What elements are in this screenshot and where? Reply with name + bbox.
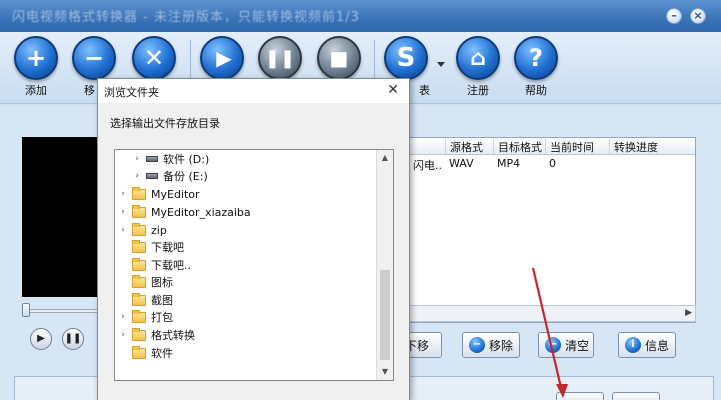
drive-icon	[146, 156, 158, 162]
tree-item-label: MyEditor	[151, 187, 200, 201]
folder-tree: › 软件 (D:) › 备份 (E:) › MyEditor › MyEdito…	[114, 149, 394, 381]
folder-icon	[132, 274, 146, 288]
dialog-body: 选择输出文件存放目录 › 软件 (D:) › 备份 (E:) › MyEdito…	[98, 103, 409, 400]
tree-item-label: 截图	[151, 294, 173, 307]
folder-icon	[132, 239, 146, 253]
folder-icon	[132, 204, 146, 218]
tree-item-label: 下载吧	[151, 241, 184, 254]
folder-icon	[132, 257, 146, 271]
scroll-down-icon[interactable]: ▼	[377, 364, 393, 380]
tree-item-label: 软件 (D:)	[163, 153, 210, 166]
dialog-close-icon[interactable]: ✕	[387, 82, 399, 98]
expand-icon[interactable]: ›	[117, 225, 129, 235]
dialog-title-bar: 浏览文件夹 ✕	[98, 79, 409, 103]
folder-icon	[132, 345, 146, 359]
folder-icon	[132, 327, 146, 341]
browse-folder-dialog: 浏览文件夹 ✕ 选择输出文件存放目录 › 软件 (D:) › 备份 (E:) ›…	[97, 78, 410, 400]
scrollbar-thumb[interactable]	[380, 270, 390, 360]
tree-scrollbar[interactable]: ▲ ▼	[376, 150, 393, 380]
tree-item[interactable]: 图标	[117, 273, 173, 291]
expand-icon[interactable]: ›	[117, 312, 129, 322]
tree-item[interactable]: › 格式转换	[117, 326, 195, 344]
tree-item-label: MyEditor_xiazaiba	[151, 205, 251, 219]
tree-item[interactable]: 软件	[117, 344, 173, 362]
tree-item-label: 打包	[151, 311, 173, 324]
drive-icon	[146, 173, 158, 179]
tree-item-label: 格式转换	[151, 329, 195, 342]
expand-icon[interactable]: ›	[117, 189, 129, 199]
tree-item[interactable]: › MyEditor	[117, 185, 200, 203]
tree-item-label: 软件	[151, 347, 173, 360]
scroll-up-icon[interactable]: ▲	[377, 150, 393, 166]
expand-icon[interactable]: ›	[131, 154, 143, 164]
tree-item[interactable]: 下载吧..	[117, 256, 191, 274]
tree-item[interactable]: › MyEditor_xiazaiba	[117, 203, 251, 221]
tree-item[interactable]: › 打包	[117, 308, 173, 326]
folder-icon	[132, 222, 146, 236]
expand-icon[interactable]: ›	[117, 330, 129, 340]
folder-icon	[132, 292, 146, 306]
expand-icon[interactable]: ›	[117, 207, 129, 217]
tree-item[interactable]: 下载吧	[117, 238, 184, 256]
tree-item[interactable]: › 备份 (E:)	[131, 167, 208, 185]
tree-item-label: 下载吧..	[151, 259, 191, 272]
tree-item[interactable]: 截图	[117, 291, 173, 309]
folder-icon	[132, 309, 146, 323]
tree-item[interactable]: › zip	[117, 221, 167, 239]
dialog-title: 浏览文件夹	[104, 86, 159, 99]
folder-icon	[132, 186, 146, 200]
tree-item-label: 备份 (E:)	[163, 170, 208, 183]
tree-item-label: zip	[151, 223, 167, 237]
tree-item[interactable]: › 软件 (D:)	[131, 150, 209, 168]
expand-icon[interactable]: ›	[131, 171, 143, 181]
tree-item-label: 图标	[151, 276, 173, 289]
dialog-prompt: 选择输出文件存放目录	[110, 117, 220, 130]
